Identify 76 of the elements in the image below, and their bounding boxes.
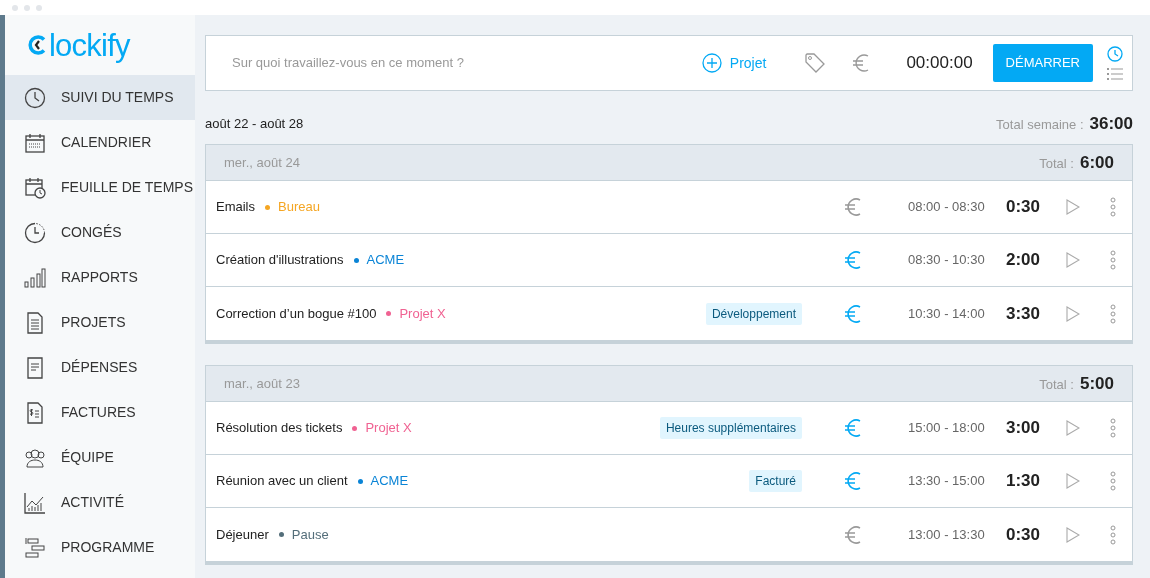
sidebar-item[interactable]: FACTURES <box>5 390 195 435</box>
bar-chart-icon <box>24 266 46 289</box>
entry-description[interactable]: Résolution des tickets <box>216 418 343 438</box>
project-label[interactable]: ACME <box>366 250 405 270</box>
tag-label[interactable]: Facturé <box>749 470 802 492</box>
calendar-icon <box>24 131 46 154</box>
sidebar-item[interactable]: ACTIVITÉ <box>5 480 195 525</box>
week-range: août 22 - août 28 <box>205 115 304 134</box>
euro-icon[interactable] <box>852 52 871 74</box>
day-total: 5:00 <box>1079 372 1114 395</box>
week-total: 36:00 <box>1089 113 1133 136</box>
sidebar-item[interactable]: RAPPORTS <box>5 255 195 300</box>
more-icon[interactable] <box>1110 250 1116 270</box>
entry-duration[interactable]: 2:00 <box>1006 247 1062 273</box>
gantt-icon <box>24 536 46 559</box>
entry-duration[interactable]: 0:30 <box>1006 194 1062 220</box>
sidebar-item[interactable]: PROGRAMME <box>5 525 195 570</box>
play-icon[interactable] <box>1066 526 1080 543</box>
sidebar-item[interactable]: PROJETS <box>5 300 195 345</box>
description-input[interactable]: Sur quoi travaillez-vous en ce moment ? <box>232 53 702 73</box>
sidebar-item[interactable]: CONGÉS <box>5 210 195 255</box>
project-label[interactable]: ACME <box>370 471 409 491</box>
more-icon[interactable] <box>1110 303 1116 324</box>
sidebar-item[interactable]: ÉQUIPE <box>5 435 195 480</box>
euro-icon[interactable] <box>844 302 862 325</box>
euro-icon[interactable] <box>844 470 862 492</box>
calendar-icon <box>24 176 46 199</box>
entry-duration[interactable]: 3:00 <box>1006 415 1062 441</box>
project-label[interactable]: Pause <box>291 524 329 545</box>
time-range[interactable]: 13:30 - 15:00 <box>908 471 998 491</box>
entry-duration[interactable]: 3:30 <box>1006 300 1062 327</box>
time-range[interactable]: 15:00 - 18:00 <box>908 418 998 438</box>
tag-icon[interactable] <box>804 52 827 74</box>
tag-label[interactable]: Développement <box>705 302 802 325</box>
time-range[interactable]: 08:00 - 08:30 <box>908 197 998 217</box>
sidebar-item[interactable]: DÉPENSES <box>5 345 195 390</box>
clock-icon[interactable] <box>1107 46 1123 62</box>
day-date: mar., août 23 <box>224 374 300 393</box>
people-icon <box>24 446 46 469</box>
play-icon[interactable] <box>1066 199 1080 215</box>
day-date: mer., août 24 <box>224 153 300 172</box>
timer-display: 00:00:00 <box>906 52 973 75</box>
tag-label[interactable]: Heures supplémentaires <box>659 417 802 439</box>
line-chart-icon <box>24 491 46 514</box>
more-icon[interactable] <box>1110 418 1116 438</box>
week-total-label: Total semaine : <box>996 116 1084 135</box>
play-icon[interactable] <box>1066 305 1080 322</box>
euro-icon[interactable] <box>844 249 862 271</box>
time-range[interactable]: 13:00 - 13:30 <box>908 524 998 545</box>
euro-icon[interactable] <box>844 417 862 439</box>
entry-description[interactable]: Création d'illustrations <box>216 250 344 270</box>
play-icon[interactable] <box>1066 420 1080 436</box>
time-range[interactable]: 08:30 - 10:30 <box>908 250 998 270</box>
play-icon[interactable] <box>1066 473 1080 489</box>
clock-icon <box>24 86 46 109</box>
entry-description[interactable]: Déjeuner <box>216 524 269 545</box>
euro-icon[interactable] <box>844 196 862 218</box>
list-icon[interactable] <box>1107 68 1123 80</box>
day-total-label: Total : <box>1039 154 1074 173</box>
entry-description[interactable]: Emails <box>216 197 255 217</box>
day-total: 6:00 <box>1079 151 1114 174</box>
more-icon[interactable] <box>1110 197 1116 217</box>
sidebar-item[interactable]: SUIVI DU TEMPS <box>5 75 195 120</box>
more-icon[interactable] <box>1110 524 1116 545</box>
time-range[interactable]: 10:30 - 14:00 <box>908 303 998 324</box>
entry-duration[interactable]: 1:30 <box>1006 468 1062 494</box>
play-icon[interactable] <box>1066 252 1080 268</box>
day-total-label: Total : <box>1039 375 1074 394</box>
euro-icon[interactable] <box>844 523 862 546</box>
entry-description[interactable]: Correction d’un bogue #100 <box>216 303 377 324</box>
sidebar-item[interactable]: FEUILLE DE TEMPS <box>5 165 195 210</box>
entry-duration[interactable]: 0:30 <box>1006 521 1062 548</box>
plus-circle-icon <box>701 53 722 73</box>
sidebar-item[interactable]: CALENDRIER <box>5 120 195 165</box>
entry-description[interactable]: Réunion avec un client <box>216 471 348 491</box>
more-icon[interactable] <box>1110 471 1116 491</box>
